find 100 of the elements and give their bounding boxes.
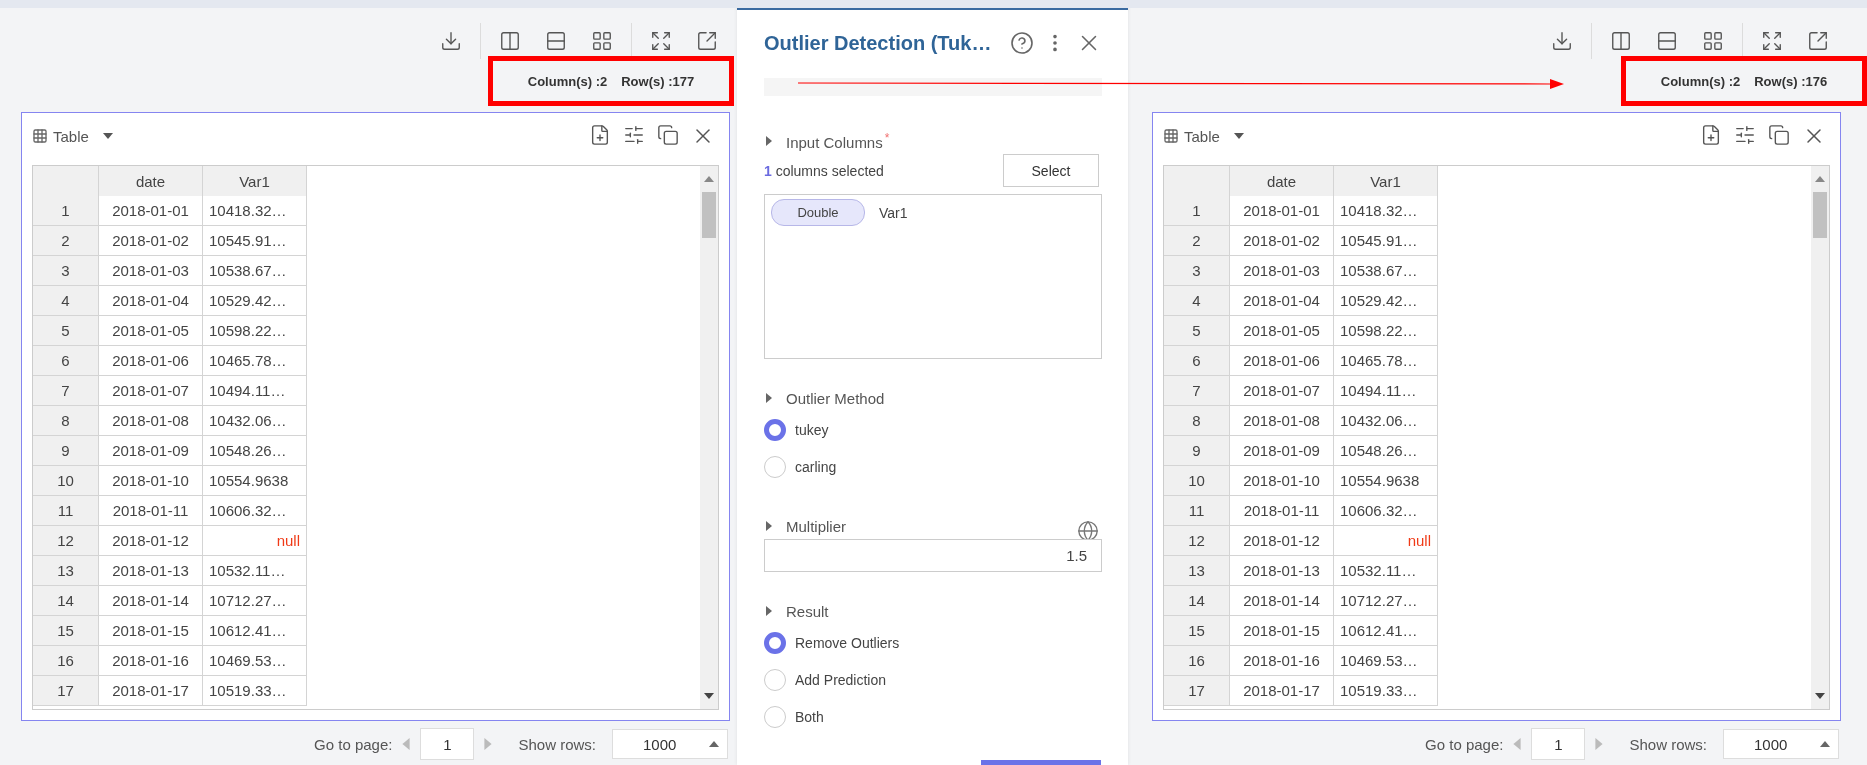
copy-icon[interactable] — [657, 124, 679, 148]
table-cell: 2018-01-13 — [1230, 556, 1334, 586]
table-cell: 10612.41… — [1334, 616, 1438, 646]
globe-icon[interactable] — [1077, 520, 1099, 542]
radio-button[interactable] — [764, 631, 786, 654]
scroll-up-icon — [704, 174, 714, 184]
row-number: 8 — [33, 406, 99, 436]
table-cell: 10712.27… — [1334, 586, 1438, 616]
table-cell: 2018-01-04 — [99, 286, 203, 316]
radio-button[interactable] — [764, 418, 786, 441]
table-cell: 2018-01-16 — [1230, 646, 1334, 676]
row-number: 8 — [1164, 406, 1230, 436]
column-count: Column(s) :2 — [527, 73, 608, 89]
select-button[interactable]: Select — [1003, 154, 1099, 187]
page-field[interactable]: 1 — [420, 728, 475, 760]
table-cell: 2018-01-08 — [99, 406, 203, 436]
row-number: 1 — [1164, 196, 1230, 226]
table-cell: 10432.06… — [203, 406, 307, 436]
row-number: 9 — [33, 436, 99, 466]
table-cell: 2018-01-02 — [1230, 226, 1334, 256]
new-file-icon[interactable] — [1700, 124, 1722, 148]
section-title: Result — [786, 602, 829, 620]
multiplier-field[interactable]: 1.5 — [764, 539, 1102, 572]
table-cell: 2018-01-05 — [1230, 316, 1334, 346]
table-cell: 2018-01-03 — [99, 256, 203, 286]
scroll-thumb[interactable] — [702, 192, 716, 238]
table-cell: 2018-01-03 — [1230, 256, 1334, 286]
panel-title: Outlier Detection (Tuk… — [764, 31, 992, 55]
radio-label: Remove Outliers — [795, 634, 900, 651]
caret-up-icon — [709, 739, 719, 749]
rows-select[interactable]: 1000 — [612, 729, 728, 759]
scroll-thumb[interactable] — [1813, 192, 1827, 238]
table-cell: 10612.41… — [203, 616, 307, 646]
column-header: date — [1230, 166, 1334, 197]
table-cell: 2018-01-06 — [99, 346, 203, 376]
table-cell: 10469.53… — [1334, 646, 1438, 676]
required-mark: * — [884, 131, 890, 145]
type-tag: Double — [771, 199, 865, 226]
table-cell: 10465.78… — [1334, 346, 1438, 376]
row-number: 7 — [33, 376, 99, 406]
row-number: 5 — [33, 316, 99, 346]
view-title: Table — [1184, 127, 1220, 145]
page-label: Go to page: — [1425, 735, 1504, 753]
table-cell: 10538.67… — [1334, 256, 1438, 286]
table-icon — [1163, 128, 1179, 144]
section-title: Input Columns$^{*}$ — [786, 131, 890, 151]
page-label: Go to page: — [314, 735, 393, 753]
table-cell: 10469.53… — [203, 646, 307, 676]
column-header: date — [99, 166, 203, 197]
selection-summary: 1 columns selected — [764, 162, 884, 179]
table-cell: 2018-01-04 — [1230, 286, 1334, 316]
view-title: Table — [53, 127, 89, 145]
row-number: 1 — [33, 196, 99, 226]
table-cell: 10598.22… — [203, 316, 307, 346]
rows-select[interactable]: 1000 — [1723, 729, 1839, 759]
table-cell: 10432.06… — [1334, 406, 1438, 436]
table-icon — [32, 128, 48, 144]
scrollbar[interactable] — [1811, 166, 1829, 709]
rows-label: Show rows: — [1629, 735, 1707, 753]
copy-icon[interactable] — [1768, 124, 1790, 148]
table-cell: 2018-01-15 — [99, 616, 203, 646]
row-number: 14 — [1164, 586, 1230, 616]
caret-icon — [1233, 131, 1244, 141]
previous-page-icon — [1511, 738, 1524, 750]
table-cell: 2018-01-11 — [1230, 496, 1334, 526]
page-field[interactable]: 1 — [1531, 728, 1586, 760]
scroll-up-icon — [1815, 174, 1825, 184]
table-cell: 10532.11… — [1334, 556, 1438, 586]
table-cell: 2018-01-09 — [1230, 436, 1334, 466]
table-cell: 2018-01-05 — [99, 316, 203, 346]
table-cell: 2018-01-10 — [99, 466, 203, 496]
radio-button[interactable] — [764, 455, 786, 478]
radio-button[interactable] — [764, 705, 786, 728]
row-number: 2 — [1164, 226, 1230, 256]
table-cell: 10712.27… — [203, 586, 307, 616]
row-number: 13 — [33, 556, 99, 586]
row-number: 15 — [33, 616, 99, 646]
scroll-down-icon — [704, 691, 714, 701]
radio-button[interactable] — [764, 668, 786, 691]
table-cell: 10418.32… — [203, 196, 307, 226]
help-icon[interactable] — [1010, 31, 1034, 55]
table-cell: 10548.26… — [203, 436, 307, 466]
table-cell: 10538.67… — [203, 256, 307, 286]
table-cell: 2018-01-10 — [1230, 466, 1334, 496]
table-cell: 10554.9638 — [203, 466, 307, 496]
table-cell: 2018-01-07 — [99, 376, 203, 406]
row-number: 4 — [33, 286, 99, 316]
row-number: 2 — [33, 226, 99, 256]
row-count: Row(s) :177 — [621, 73, 695, 89]
radio-label: Both — [795, 708, 824, 725]
table-cell: 2018-01-16 — [99, 646, 203, 676]
scrollbar[interactable] — [700, 166, 718, 709]
table-cell: 10606.32… — [1334, 496, 1438, 526]
row-number: 16 — [1164, 646, 1230, 676]
row-number: 5 — [1164, 316, 1230, 346]
rows-label: Show rows: — [518, 735, 596, 753]
table-cell: 10465.78… — [203, 346, 307, 376]
row-number: 11 — [33, 496, 99, 526]
new-file-icon[interactable] — [589, 124, 611, 148]
table-cell: 10494.11… — [203, 376, 307, 406]
